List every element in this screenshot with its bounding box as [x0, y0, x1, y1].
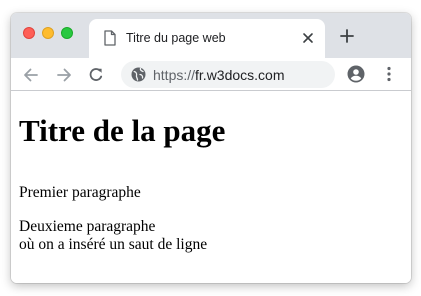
account-icon[interactable] — [347, 65, 365, 83]
arrow-right-icon[interactable] — [55, 66, 73, 84]
first-paragraph: Premier paragraphe — [19, 184, 141, 201]
reload-icon[interactable] — [87, 66, 105, 84]
url-scheme: https:// — [153, 67, 196, 83]
globe-icon[interactable] — [131, 67, 146, 82]
toolbar: https://fr.w3docs.com — [11, 58, 411, 91]
browser-tab[interactable]: Titre du page web — [89, 19, 325, 58]
more-vertical-icon[interactable] — [383, 65, 395, 83]
url-text[interactable]: https://fr.w3docs.com — [153, 67, 285, 83]
arrow-left-icon[interactable] — [22, 66, 40, 84]
address-bar[interactable]: https://fr.w3docs.com — [121, 61, 335, 88]
title-bar: Titre du page web — [11, 13, 411, 58]
browser-window: Titre du page web https://fr.w3docs.com — [11, 13, 411, 283]
tab-title: Titre du page web — [126, 31, 226, 45]
second-paragraph: Deuxieme paragraphe où on a inséré un sau… — [19, 218, 207, 254]
window-close-button[interactable] — [23, 27, 35, 39]
page-heading: Titre de la page — [19, 113, 226, 148]
second-paragraph-line-2: où on a inséré un saut de ligne — [19, 236, 208, 253]
close-icon[interactable] — [300, 30, 316, 46]
window-maximize-button[interactable] — [61, 27, 73, 39]
page-content: Titre de la page Premier paragraphe Deux… — [11, 91, 411, 283]
document-icon — [104, 30, 116, 46]
window-minimize-button[interactable] — [42, 27, 54, 39]
second-paragraph-line-1: Deuxieme paragraphe — [19, 218, 156, 235]
plus-icon[interactable] — [339, 28, 355, 44]
url-host: fr.w3docs.com — [195, 67, 285, 83]
